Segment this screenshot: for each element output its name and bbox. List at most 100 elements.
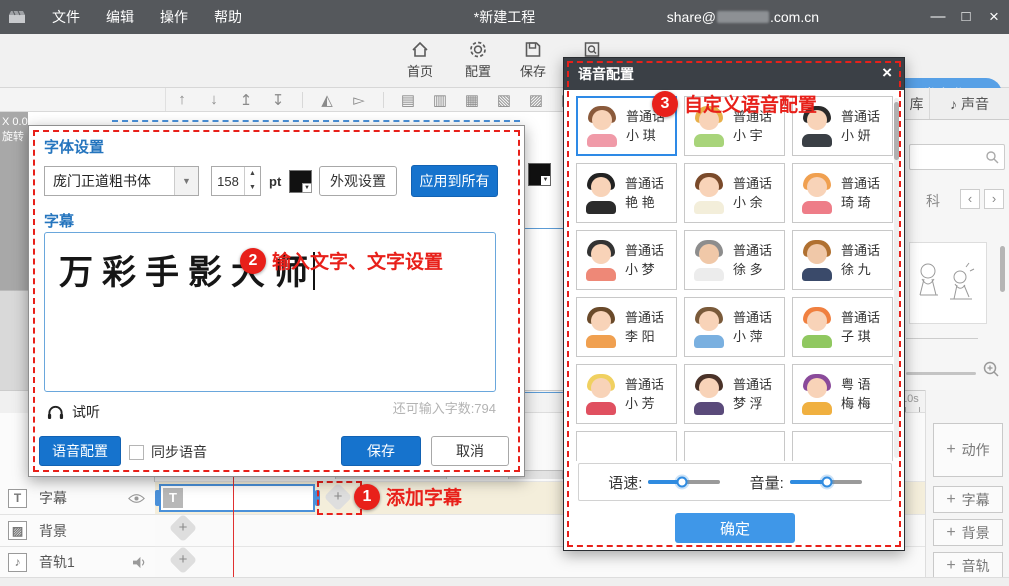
library-thumbnail[interactable]	[909, 242, 987, 324]
align-top-icon[interactable]: ▧	[491, 91, 517, 109]
speed-slider-thumb[interactable]	[676, 477, 687, 488]
dialog-save-button[interactable]: 保存	[341, 436, 421, 466]
voice-option[interactable]: 普通话小 萍	[684, 297, 785, 357]
canvas-color-swatch[interactable]: ▼	[528, 163, 551, 186]
add-action-track-button[interactable]: + 动作	[933, 423, 1003, 477]
voice-option-partial[interactable]	[684, 431, 785, 461]
voice-avatar	[800, 171, 834, 215]
voice-avatar	[800, 305, 834, 349]
menu-operate[interactable]: 操作	[160, 7, 188, 27]
volume-label: 音量:	[750, 472, 784, 493]
add-background-clip-button[interactable]: +	[169, 514, 197, 542]
add-subtitle-track-button[interactable]: + 字幕	[933, 486, 1003, 513]
minimize-button[interactable]: —	[925, 0, 951, 34]
home-button[interactable]: 首页	[394, 40, 446, 80]
dialog-cancel-button[interactable]: 取消	[431, 436, 509, 466]
voice-option[interactable]: 普通话徐 九	[792, 230, 893, 290]
voice-option[interactable]: 普通话徐 多	[684, 230, 785, 290]
voice-option[interactable]: 普通话子 琪	[792, 297, 893, 357]
eye-icon[interactable]	[128, 493, 145, 504]
voice-language: 普通话	[733, 241, 772, 260]
font-settings-dialog: 字体设置 庞门正道粗书体 ▼ 158 ▲ ▼ pt ▼ 外观设置 应用到所有 字…	[28, 125, 525, 477]
volume-slider-thumb[interactable]	[822, 477, 833, 488]
subtitle-text-area[interactable]: 万彩手影大师	[44, 232, 496, 392]
speaker-icon[interactable]	[132, 556, 147, 569]
panel-scrollbar[interactable]	[1000, 246, 1005, 292]
voice-option[interactable]: 普通话艳 艳	[576, 163, 677, 223]
prev-page-button[interactable]: ‹	[960, 189, 980, 209]
add-audio-clip-button[interactable]: +	[169, 546, 197, 574]
move-up-icon[interactable]: ↑	[169, 91, 195, 108]
voice-option[interactable]: 普通话梦 浮	[684, 364, 785, 424]
move-down-icon[interactable]: ↓	[201, 91, 227, 108]
voice-avatar	[584, 171, 618, 215]
flip-vertical-icon[interactable]: ▻	[346, 91, 372, 109]
save-button[interactable]: 保存	[507, 40, 559, 80]
menu-edit[interactable]: 编辑	[106, 7, 134, 27]
listen-button[interactable]: 试听	[47, 402, 100, 422]
zoom-in-icon[interactable]	[982, 360, 1001, 379]
spin-up-icon[interactable]: ▲	[245, 167, 260, 181]
tab-library[interactable]: 库	[904, 88, 930, 119]
plus-icon: +	[173, 518, 193, 538]
maximize-button[interactable]: □	[953, 0, 979, 34]
voice-option[interactable]: 普通话小 芳	[576, 364, 677, 424]
sync-voice-checkbox[interactable]	[129, 445, 144, 460]
zoom-slider[interactable]	[906, 372, 976, 375]
font-color-swatch[interactable]: ▼	[289, 170, 312, 193]
voice-option[interactable]: 普通话小 余	[684, 163, 785, 223]
voice-option-partial[interactable]	[792, 431, 893, 461]
apply-to-all-button[interactable]: 应用到所有	[411, 165, 498, 197]
close-button[interactable]: ×	[981, 0, 1007, 34]
menu-help[interactable]: 帮助	[214, 7, 242, 27]
align-right-icon[interactable]: ▦	[459, 91, 485, 109]
voice-name: 子 琪	[841, 327, 880, 346]
voice-option[interactable]: 普通话小 梦	[576, 230, 677, 290]
track-name: 字幕	[39, 488, 128, 508]
volume-slider[interactable]	[790, 480, 862, 484]
voice-language: 普通话	[733, 308, 772, 327]
voice-dialog-close-icon[interactable]: ×	[882, 63, 892, 83]
next-page-button[interactable]: ›	[984, 189, 1004, 209]
voice-option[interactable]: 粤 语梅 梅	[792, 364, 893, 424]
track-name: 音轨1	[39, 552, 132, 572]
tab-sound[interactable]: ♪ 声音	[930, 88, 1009, 119]
voice-config-button[interactable]: 语音配置	[39, 436, 121, 466]
voice-grid-scrollbar[interactable]	[894, 98, 899, 458]
align-middle-v-icon[interactable]: ▨	[523, 91, 549, 109]
menu-file[interactable]: 文件	[52, 7, 80, 27]
move-top-icon[interactable]: ↥	[233, 91, 259, 109]
appearance-settings-button[interactable]: 外观设置	[319, 166, 397, 196]
voice-avatar	[692, 171, 726, 215]
voice-option[interactable]: 普通话李 阳	[576, 297, 677, 357]
sync-voice-option[interactable]: 同步语音	[129, 442, 207, 462]
add-background-track-button[interactable]: + 背景	[933, 519, 1003, 546]
font-family-select[interactable]: 庞门正道粗书体 ▼	[44, 166, 199, 196]
subtitle-clip[interactable]: T	[159, 484, 315, 512]
track-add-column: + 动作 + 字幕 + 背景 + 音轨	[925, 390, 1009, 586]
voice-language: 普通话	[626, 107, 665, 126]
confirm-button[interactable]: 确定	[675, 513, 795, 543]
bottom-strip	[0, 577, 1009, 586]
voice-option-partial[interactable]	[576, 431, 677, 461]
align-left-icon[interactable]: ▤	[395, 91, 421, 109]
spin-down-icon[interactable]: ▼	[245, 181, 260, 195]
add-audio-track-button[interactable]: + 音轨	[933, 552, 1003, 579]
voice-avatar	[584, 372, 618, 416]
search-input[interactable]	[909, 144, 1005, 170]
add-audio-label: 音轨	[962, 556, 990, 576]
track-label-subtitle[interactable]: T 字幕	[0, 482, 155, 515]
config-button[interactable]: 配置	[452, 40, 504, 80]
library-panel: 库 ♪ 声音 科 ‹ ›	[903, 88, 1009, 390]
font-size-spinner[interactable]: 158 ▲ ▼	[211, 166, 261, 196]
voice-option[interactable]: 普通话小 宇	[684, 96, 785, 156]
track-label-audio[interactable]: ♪ 音轨1	[0, 547, 155, 578]
voice-option[interactable]: 普通话小 妍	[792, 96, 893, 156]
voice-option[interactable]: 普通话小 琪	[576, 96, 677, 156]
speed-slider[interactable]	[648, 480, 720, 484]
align-center-h-icon[interactable]: ▥	[427, 91, 453, 109]
move-bottom-icon[interactable]: ↧	[265, 91, 291, 109]
flip-horizontal-icon[interactable]: ◭	[314, 91, 340, 109]
track-label-background[interactable]: ▨ 背景	[0, 515, 155, 547]
voice-option[interactable]: 普通话琦 琦	[792, 163, 893, 223]
